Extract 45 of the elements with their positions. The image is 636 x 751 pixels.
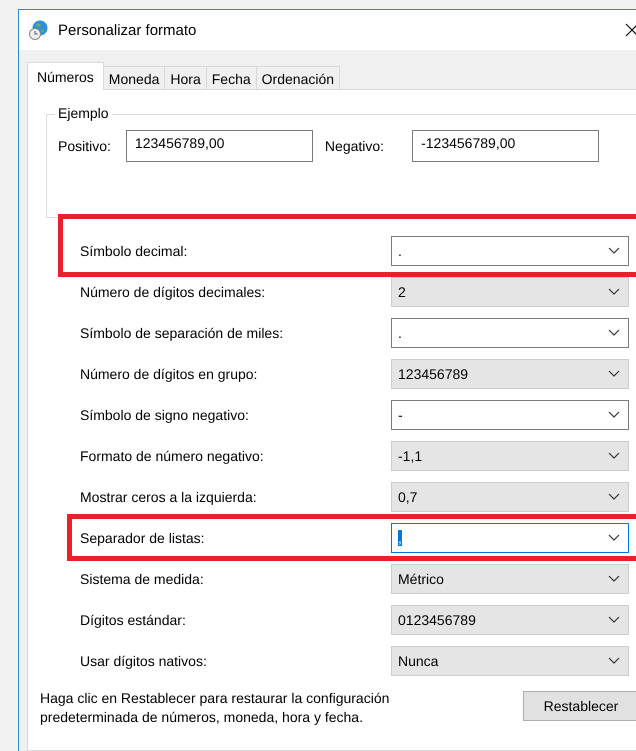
field-label: Positivo: [58,138,111,154]
caret-icon [608,616,620,623]
setting-label: Dígitos estándar: [80,612,187,628]
field-label: Negativo: [324,138,384,154]
window-title: Personalizar formato [58,22,196,38]
setting-label: Separador de listas: [80,530,206,546]
setting-label: Número de dígitos decimales: [80,284,266,300]
caret-icon [608,493,620,500]
reset-note: Haga clic en Restablecer para restaurar la configuración predeterminada de números, moneda, hora y fecha. [40,689,390,727]
setting-label: Sistema de medida: [80,570,205,586]
dropdown[interactable]: 2 [391,276,629,306]
tab[interactable]: Números [27,62,104,90]
example-field: -123456789,00 [412,130,600,162]
dropdown[interactable]: - [391,400,629,430]
close-icon[interactable] [625,23,636,37]
dropdown[interactable]: Nunca [391,646,629,676]
caret-icon [608,247,620,254]
caret-icon [608,657,620,664]
setting-label: Símbolo de signo negativo: [80,406,250,422]
setting-label: Usar dígitos nativos: [80,652,208,668]
dropdown[interactable]: 123456789 [391,358,629,388]
reset-button[interactable]: Restablecer [523,691,636,721]
setting-label: Formato de número negativo: [80,448,265,464]
dropdown[interactable]: -1,1 [391,440,629,470]
tab[interactable]: Ordenación [256,66,340,90]
dropdown[interactable]: 0,7 [391,482,629,512]
setting-label: Número de dígitos en grupo: [80,366,258,382]
setting-label: Mostrar ceros a la izquierda: [80,488,258,504]
caret-icon [608,575,620,582]
dropdown[interactable]: Métrico [391,564,629,594]
caret-icon [608,411,620,418]
caret-icon [608,329,620,336]
dropdown[interactable]: , [391,522,629,552]
example-field: 123456789,00 [126,130,313,162]
caret-icon [608,534,620,541]
setting-label: Símbolo decimal: [80,242,188,258]
dropdown[interactable]: 0123456789 [391,604,629,634]
setting-label: Símbolo de separación de miles: [80,324,284,340]
globe-clock-icon [28,19,50,41]
group-title: Ejemplo [55,105,112,121]
caret-icon [608,452,620,459]
dropdown[interactable]: . [391,318,629,348]
caret-icon [608,288,620,295]
dropdown[interactable]: . [391,236,629,266]
caret-icon [608,370,620,377]
